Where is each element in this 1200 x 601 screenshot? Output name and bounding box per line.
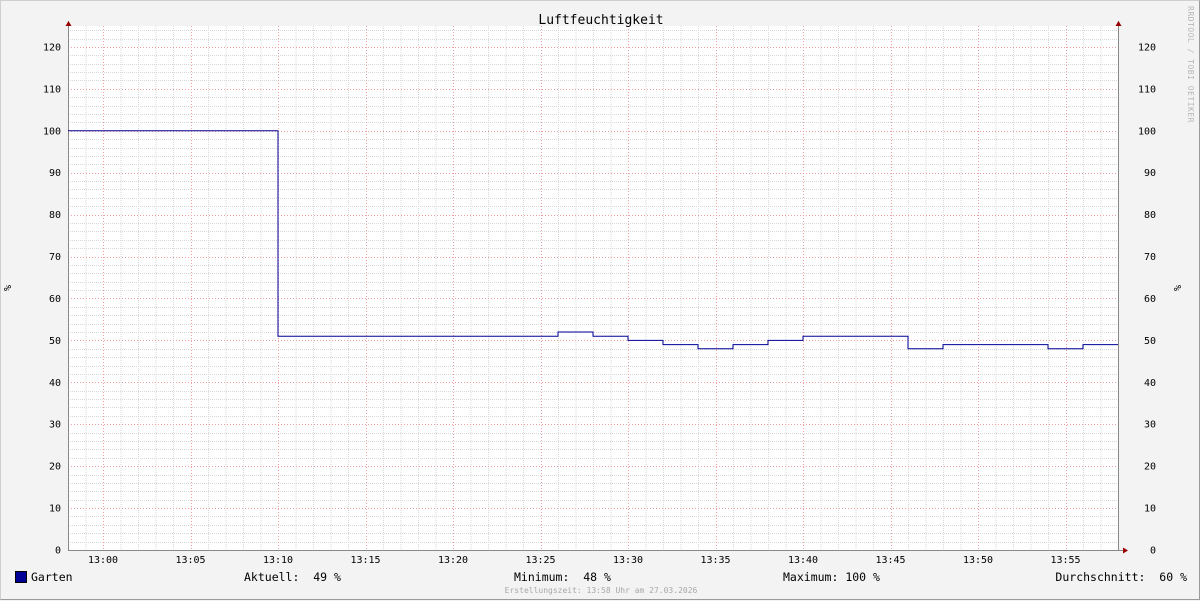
legend-swatch-garten (15, 571, 27, 583)
stat-minimum-label: Minimum: (514, 570, 570, 584)
x-tick-label: 13:00 (88, 555, 118, 566)
y-tick-label-right: 100 (1138, 126, 1156, 137)
y-axis-left-arrow (65, 21, 72, 26)
stat-minimum: Minimum: 48 % (514, 570, 611, 584)
y-axis-unit-left: % (3, 285, 14, 291)
y-tick-label-right: 50 (1144, 336, 1156, 347)
stat-current-label: Aktuell: (244, 570, 300, 584)
y-tick-label-left: 0 (55, 546, 61, 557)
graph-frame: 0 0 10 10 20 20 30 30 40 40 50 50 60 60 70 70 80 80 90 90 10… (0, 0, 1200, 600)
creation-time-footer: Erstellungszeit: 13:58 Uhr am 27.03.2026 (504, 586, 698, 595)
y-tick-label-left: 20 (49, 462, 61, 473)
y-tick-label-left: 10 (49, 504, 61, 515)
x-tick-label: 13:40 (788, 555, 818, 566)
legend: Garten Aktuell: 49 % Minimum: 48 % Maxim… (15, 570, 1187, 584)
x-tick-label: 13:15 (350, 555, 380, 566)
x-tick-label: 13:30 (613, 555, 643, 566)
y-tick-label-right: 20 (1144, 462, 1156, 473)
y-tick-label-right: 40 (1144, 378, 1156, 389)
y-axis-right-arrow (1115, 21, 1122, 26)
y-tick-label-right: 30 (1144, 420, 1156, 431)
y-tick-label-left: 100 (43, 126, 61, 137)
stat-average-value: 60 % (1159, 570, 1187, 584)
x-tick-label: 13:55 (1050, 555, 1080, 566)
y-tick-label-left: 80 (49, 210, 61, 221)
y-tick-label-left: 40 (49, 378, 61, 389)
x-tick-label: 13:50 (963, 555, 993, 566)
y-tick-label-left: 50 (49, 336, 61, 347)
humidity-chart: 0 0 10 10 20 20 30 30 40 40 50 50 60 60 70 70 80 80 90 90 10… (3, 6, 1195, 566)
y-tick-label-right: 120 (1138, 42, 1156, 53)
chart-title: Luftfeuchtigkeit (538, 13, 663, 28)
stat-current: Aktuell: 49 % (244, 570, 341, 584)
legend-series-name: Garten (31, 570, 73, 584)
stat-minimum-value: 48 % (583, 570, 611, 584)
y-tick-label-left: 60 (49, 294, 61, 305)
rrdtool-watermark: RRDTOOL / TOBI OETIKER (1186, 6, 1195, 123)
y-tick-label-right: 0 (1150, 546, 1156, 557)
y-tick-label-right: 90 (1144, 168, 1156, 179)
y-tick-label-right: 10 (1144, 504, 1156, 515)
x-tick-label: 13:25 (525, 555, 555, 566)
y-tick-label-right: 70 (1144, 252, 1156, 263)
x-tick-label: 13:45 (875, 555, 905, 566)
x-tick-label: 13:05 (175, 555, 205, 566)
stat-average: Durchschnitt: 60 % (1055, 570, 1187, 584)
y-tick-label-left: 110 (43, 84, 61, 95)
y-tick-label-left: 90 (49, 168, 61, 179)
y-tick-label-left: 120 (43, 42, 61, 53)
y-tick-label-right: 110 (1138, 84, 1156, 95)
y-tick-label-left: 30 (49, 420, 61, 431)
y-axis-unit-right: % (1173, 285, 1184, 291)
x-tick-label: 13:35 (700, 555, 730, 566)
x-axis-arrow (1123, 547, 1128, 554)
x-tick-label: 13:20 (438, 555, 468, 566)
stat-maximum-value: 100 % (845, 570, 880, 584)
stat-maximum-label: Maximum: (783, 570, 839, 584)
y-tick-label-left: 70 (49, 252, 61, 263)
y-tick-label-right: 80 (1144, 210, 1156, 221)
x-tick-label: 13:10 (263, 555, 293, 566)
stat-maximum: Maximum: 100 % (783, 570, 880, 584)
y-tick-label-right: 60 (1144, 294, 1156, 305)
stat-current-value: 49 % (313, 570, 341, 584)
stat-average-label: Durchschnitt: (1055, 570, 1146, 584)
